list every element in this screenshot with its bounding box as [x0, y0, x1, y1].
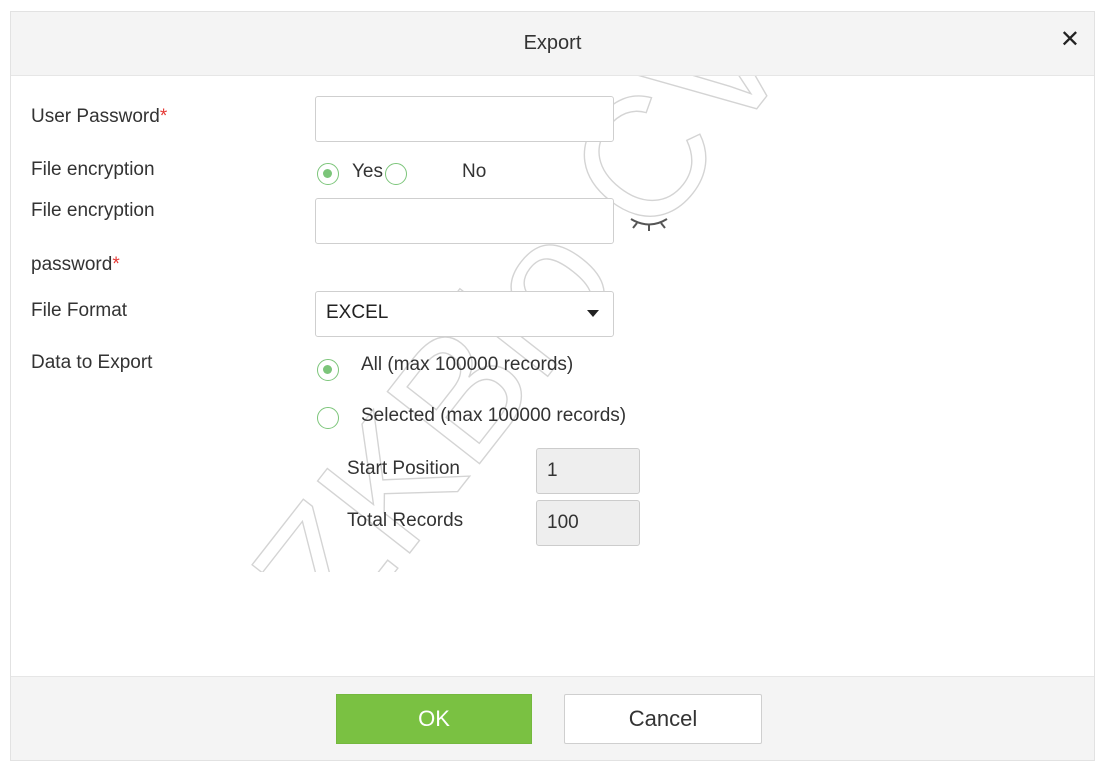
encryption-password-label-line1: File encryption	[31, 200, 155, 221]
ok-button[interactable]: OK	[336, 694, 532, 744]
required-mark: *	[112, 254, 120, 275]
file-format-select[interactable]: EXCEL	[315, 291, 614, 337]
file-encryption-label: File encryption	[31, 159, 155, 180]
data-to-export-label: Data to Export	[31, 352, 153, 373]
file-encryption-no-radio[interactable]	[385, 163, 407, 185]
start-position-label: Start Position	[347, 458, 460, 479]
caret-down-icon	[587, 310, 599, 317]
dialog-titlebar: Export ✕	[11, 12, 1094, 76]
user-password-label-text: User Password	[31, 106, 160, 127]
total-records-input[interactable]	[536, 500, 640, 546]
export-dialog: ZKBio CVSecurity Export ✕ User Password*…	[10, 11, 1095, 761]
dialog-footer: OK Cancel	[11, 676, 1094, 760]
required-mark: *	[159, 106, 168, 127]
file-format-value: EXCEL	[326, 302, 389, 323]
file-encryption-yes-radio[interactable]	[317, 163, 339, 185]
export-all-label: All (max 100000 records)	[361, 354, 574, 375]
close-icon[interactable]: ✕	[1060, 27, 1080, 53]
user-password-input[interactable]	[315, 96, 614, 142]
file-encryption-yes-label: Yes	[352, 161, 383, 182]
user-password-label: User Password*	[31, 103, 167, 131]
total-records-label: Total Records	[347, 510, 464, 531]
export-selected-label: Selected (max 100000 records)	[361, 405, 627, 426]
export-all-radio[interactable]	[317, 359, 339, 381]
cancel-button[interactable]: Cancel	[564, 694, 762, 744]
start-position-input[interactable]	[536, 448, 640, 494]
encryption-password-label-text: password	[31, 254, 113, 275]
export-selected-radio[interactable]	[317, 407, 339, 429]
file-format-label: File Format	[31, 300, 128, 321]
encryption-password-label-line2: password*	[31, 251, 120, 279]
file-encryption-no-label: No	[462, 161, 487, 182]
dialog-title: Export	[523, 32, 582, 54]
eye-closed-icon[interactable]	[627, 212, 671, 234]
encryption-password-input[interactable]	[315, 198, 614, 244]
